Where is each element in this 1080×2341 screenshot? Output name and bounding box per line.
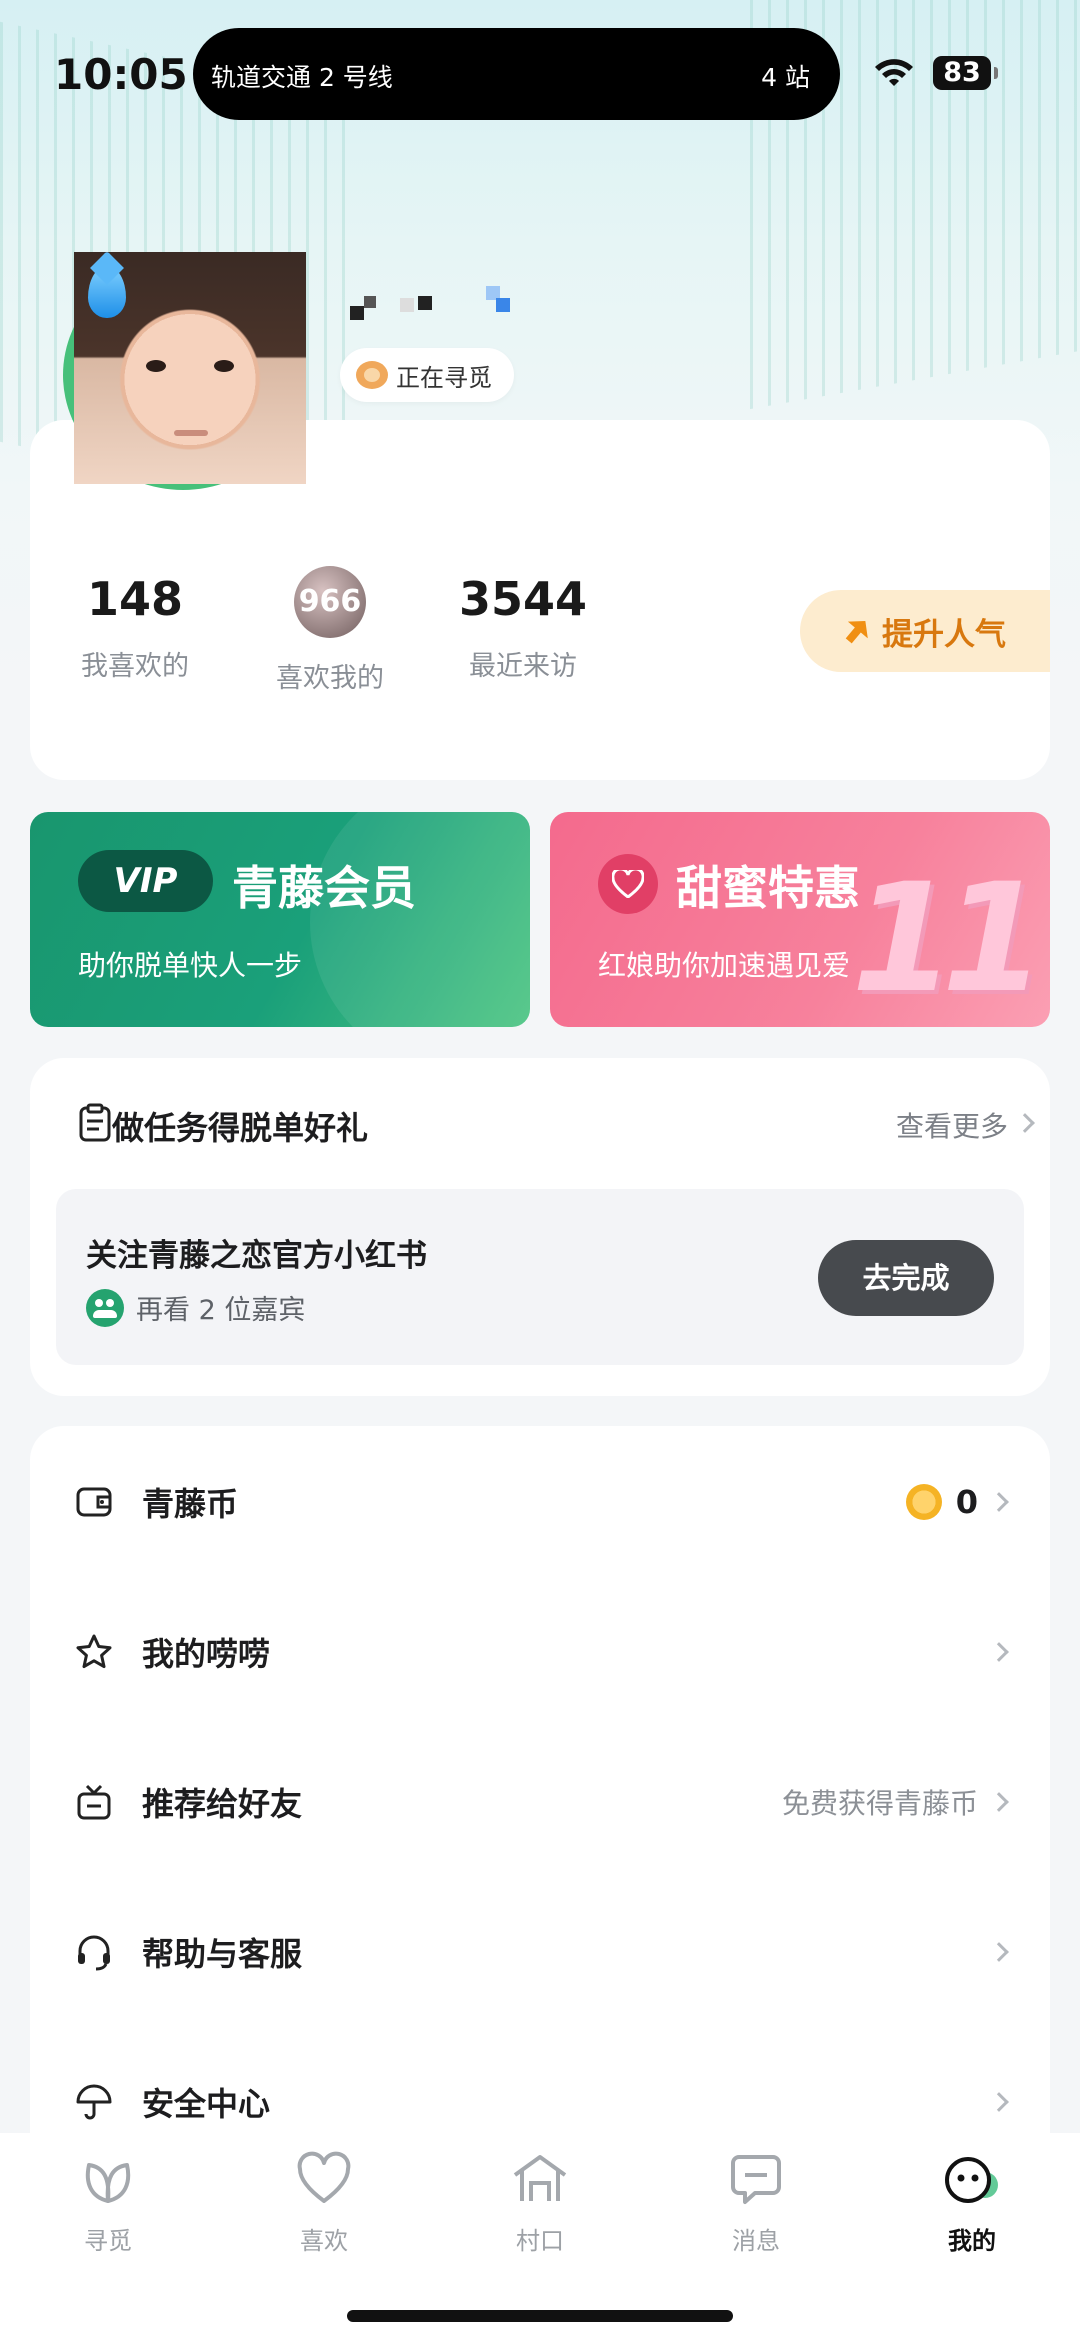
boost-popularity-button[interactable]: 提升人气 <box>800 590 1050 672</box>
menu-item-help[interactable]: 帮助与客服 <box>30 1877 1050 2027</box>
menu-item-label: 帮助与客服 <box>142 1935 303 1973</box>
stat-label: 最近来访 <box>469 651 577 682</box>
star-icon <box>76 1634 112 1669</box>
menu-item-label: 推荐给好友 <box>142 1785 303 1823</box>
stat-recent-visitors[interactable]: 3544 最近来访 <box>448 572 598 683</box>
headset-icon <box>78 1935 110 1971</box>
heart-icon <box>297 2151 351 2203</box>
status-bar: 10:05 轨道交通 2 号线 4 站 83 <box>0 0 1080 150</box>
tab-label: 喜欢 <box>300 2227 348 2255</box>
tab-seek[interactable]: 寻觅 <box>38 2149 178 2256</box>
stat-likes-me[interactable]: 966 喜欢我的 <box>255 566 405 695</box>
seeking-status-label: 正在寻觅 <box>396 363 492 392</box>
task-reward-text: 再看 2 位嘉宾 <box>136 1295 306 1326</box>
likes-me-blurred-count: 966 <box>294 566 366 638</box>
chevron-right-icon <box>989 2092 1009 2112</box>
chevron-right-icon <box>989 1642 1009 1662</box>
wallet-icon <box>76 1487 112 1517</box>
avatar-eye <box>146 360 166 372</box>
boost-label: 提升人气 <box>882 616 1006 653</box>
menu-item-coins[interactable]: 青藤币 0 <box>30 1427 1050 1577</box>
stat-value: 148 <box>86 572 184 626</box>
tab-label: 消息 <box>732 2227 780 2255</box>
battery-icon: 83 <box>933 56 998 90</box>
menu-item-my-chats[interactable]: 我的唠唠 <box>30 1577 1050 1727</box>
menu-item-refer-friend[interactable]: 推荐给好友 免费获得青藤币 <box>30 1727 1050 1877</box>
vip-badge: VIP <box>78 850 213 912</box>
wifi-icon <box>875 59 913 86</box>
clipboard-icon <box>79 1103 111 1142</box>
stat-label: 喜欢我的 <box>276 663 384 694</box>
vip-title: 青藤会员 <box>232 861 416 915</box>
heart-icon <box>598 854 658 914</box>
gift-icon <box>77 1784 111 1820</box>
transit-stops: 4 站 <box>761 63 810 92</box>
nickname-pixelated[interactable] <box>350 286 530 336</box>
stat-value: 3544 <box>458 572 588 626</box>
tab-village[interactable]: 村口 <box>470 2149 610 2256</box>
menu-item-label: 安全中心 <box>142 2085 271 2123</box>
leaf-icon <box>85 2163 131 2203</box>
promo-11-graphic: 11 <box>851 852 1046 1026</box>
stat-label: 我喜欢的 <box>81 651 189 682</box>
umbrella-icon <box>76 2084 112 2120</box>
home-indicator[interactable] <box>347 2310 733 2322</box>
complete-task-button[interactable]: 去完成 <box>818 1240 994 1316</box>
task-reward: 再看 2 位嘉宾 <box>86 1288 305 1327</box>
me-icon <box>945 2157 998 2203</box>
menu-item-label: 青藤币 <box>142 1485 239 1523</box>
coin-icon <box>905 1484 942 1520</box>
menu-item-label: 我的唠唠 <box>142 1635 271 1673</box>
chevron-right-icon <box>989 1792 1009 1812</box>
tab-label: 寻觅 <box>84 2227 132 2255</box>
stat-i-like[interactable]: 148 我喜欢的 <box>60 572 210 683</box>
coin-balance: 0 <box>905 1483 978 1521</box>
chevron-right-icon <box>989 1942 1009 1962</box>
sweet-deal-card[interactable]: 11 甜蜜特惠 红娘助你加速遇见爱 <box>550 812 1050 1027</box>
status-time: 10:05 <box>54 50 188 99</box>
chat-icon <box>731 2155 781 2204</box>
see-more-link[interactable]: 查看更多 <box>896 1105 1008 1145</box>
village-icon <box>513 2155 567 2201</box>
users-icon <box>86 1288 124 1327</box>
tab-label: 我的 <box>948 2227 996 2255</box>
dynamic-island-transit[interactable]: 轨道交通 2 号线 4 站 <box>193 28 840 120</box>
vip-subtitle: 助你脱单快人一步 <box>78 949 303 982</box>
sweet-subtitle: 红娘助你加速遇见爱 <box>598 949 851 982</box>
seeking-status-badge[interactable]: 正在寻觅 <box>340 348 514 402</box>
sweet-title: 甜蜜特惠 <box>676 861 860 915</box>
transit-line: 轨道交通 2 号线 <box>211 63 393 92</box>
chevron-right-icon <box>989 1492 1009 1512</box>
tab-me[interactable]: 我的 <box>902 2149 1042 2256</box>
tasks-title: 做任务得脱单好礼 <box>112 1109 369 1147</box>
tab-likes[interactable]: 喜欢 <box>254 2149 394 2256</box>
tab-messages[interactable]: 消息 <box>686 2149 826 2256</box>
bottom-tab-bar: 寻觅 喜欢 村口 消息 我的 <box>0 2133 1080 2341</box>
menu-item-hint: 免费获得青藤币 <box>781 1787 978 1820</box>
task-name: 关注青藤之恋官方小红书 <box>86 1238 427 1274</box>
lion-icon <box>356 361 388 389</box>
avatar-eye <box>214 360 234 372</box>
rocket-arrow-icon <box>839 613 876 650</box>
vip-membership-card[interactable]: VIP 青藤会员 助你脱单快人一步 <box>30 812 530 1027</box>
avatar-mouth <box>174 430 208 436</box>
tab-label: 村口 <box>516 2227 564 2255</box>
